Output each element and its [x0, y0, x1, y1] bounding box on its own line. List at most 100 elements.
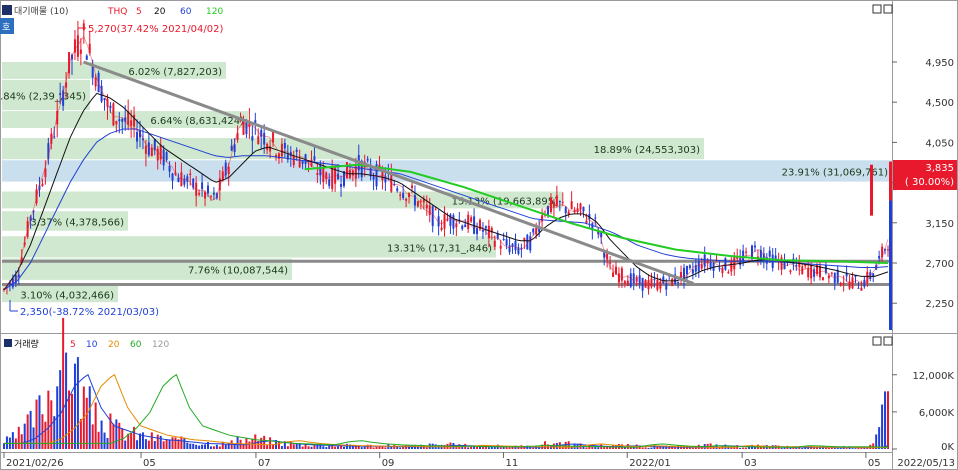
candle-body — [272, 131, 275, 143]
candle-body — [381, 172, 384, 181]
date-tick-label: 05 — [143, 458, 156, 469]
candle-body — [878, 256, 881, 259]
price-range-strip-up — [889, 161, 892, 201]
volume-bar — [532, 447, 535, 449]
candle-body — [564, 207, 567, 214]
candle-body — [857, 287, 860, 289]
supply-zone-label: 13.31% (17,31_,846) — [387, 243, 492, 254]
volume-panel-restore-icon[interactable] — [872, 336, 882, 346]
vlegend-20: 20 — [108, 340, 120, 350]
candle-body — [419, 200, 422, 202]
candle-body — [851, 277, 854, 289]
volume-bar — [860, 448, 863, 449]
date-tick-label: 07 — [258, 458, 271, 469]
volume-bar — [277, 441, 280, 449]
volume-bar — [100, 420, 103, 449]
candle-body — [665, 283, 668, 290]
corner-label[interactable]: 호 — [2, 22, 10, 33]
candle-body — [641, 277, 644, 291]
volume-bar — [263, 435, 266, 449]
volume-bar — [597, 447, 600, 449]
candle-body — [165, 152, 168, 160]
volume-bar — [162, 441, 165, 449]
volume-bar — [115, 419, 118, 449]
price-tick-label: 4,500 — [925, 98, 954, 109]
stock-chart: 6.02% (7,827,203) 1.84% (2,39_,345) 6.64% … — [0, 0, 958, 470]
volume-bar — [254, 434, 257, 449]
candle-body — [150, 147, 153, 157]
volume-bar — [195, 444, 198, 449]
volume-bar — [467, 447, 470, 449]
candle-body — [198, 192, 201, 195]
date-tick-label: 2021/02/26 — [6, 458, 64, 469]
vlegend-5: 5 — [70, 340, 76, 350]
volume-bar — [301, 446, 304, 449]
price-panel-restore-icon[interactable] — [872, 4, 882, 14]
volume-bar — [851, 448, 854, 449]
volume-bar — [745, 447, 748, 449]
candle-body — [635, 277, 638, 282]
price-panel-close-icon[interactable] — [883, 4, 893, 14]
volume-bar — [396, 446, 399, 449]
volume-bar — [171, 437, 174, 449]
candle-body — [810, 265, 813, 279]
panel-icon — [2, 5, 12, 15]
candle-body — [313, 156, 316, 161]
candle-body — [94, 77, 97, 87]
candle-body — [721, 267, 724, 274]
candle-body — [617, 273, 620, 283]
volume-bar — [508, 447, 511, 449]
volume-bar — [141, 432, 144, 449]
volume-bar — [11, 432, 14, 449]
date-tick-label: 11 — [505, 458, 518, 469]
volume-bar — [248, 441, 251, 449]
volume-bar — [118, 422, 121, 449]
volume-bar — [266, 445, 269, 449]
price-tick-label: 2,700 — [925, 259, 954, 270]
volume-bar — [375, 446, 378, 449]
candle-body — [319, 164, 322, 176]
candle-body — [585, 220, 588, 224]
candle-body — [798, 261, 801, 268]
volume-bar — [204, 444, 207, 449]
volume-bar — [884, 391, 887, 449]
volume-bar — [150, 432, 153, 449]
candle-body — [207, 185, 209, 194]
candle-body — [620, 268, 623, 281]
volume-bar — [337, 446, 340, 449]
date-tick-label: 09 — [382, 458, 395, 469]
candle-body — [209, 196, 212, 198]
volume-bar — [20, 434, 23, 449]
candle-body — [280, 143, 283, 157]
volume-bar — [130, 432, 133, 449]
candle-body — [411, 185, 413, 188]
candle-body — [396, 188, 399, 191]
volume-bar — [372, 447, 375, 449]
candle-body — [109, 105, 112, 108]
volume-bar — [73, 363, 76, 449]
volume-bar — [139, 433, 141, 449]
volume-panel-close-icon[interactable] — [883, 336, 893, 346]
volume-bar — [183, 437, 186, 449]
volume-bar — [35, 399, 38, 449]
candle-body — [263, 132, 266, 145]
candle-body — [372, 176, 375, 180]
volume-bar — [470, 446, 473, 449]
volume-bar — [567, 441, 570, 449]
supply-zone-label: 7.76% (10,087,544) — [188, 266, 288, 277]
volume-bar — [878, 427, 881, 449]
volume-bar — [325, 447, 328, 449]
candle-body — [821, 277, 824, 281]
volume-bar — [136, 440, 139, 449]
volume-bar — [79, 418, 82, 449]
volume-bar — [76, 357, 79, 449]
price-tick-label: 2,250 — [925, 299, 954, 310]
volume-bar — [307, 446, 310, 449]
volume-bar — [334, 446, 337, 449]
volume-bar — [674, 447, 677, 449]
candle-body — [177, 177, 180, 182]
volume-bar — [165, 439, 168, 449]
volume-bar — [322, 446, 325, 449]
volume-bar — [224, 444, 227, 449]
supply-zone-label: 3.10% (4,032,466) — [20, 290, 114, 301]
